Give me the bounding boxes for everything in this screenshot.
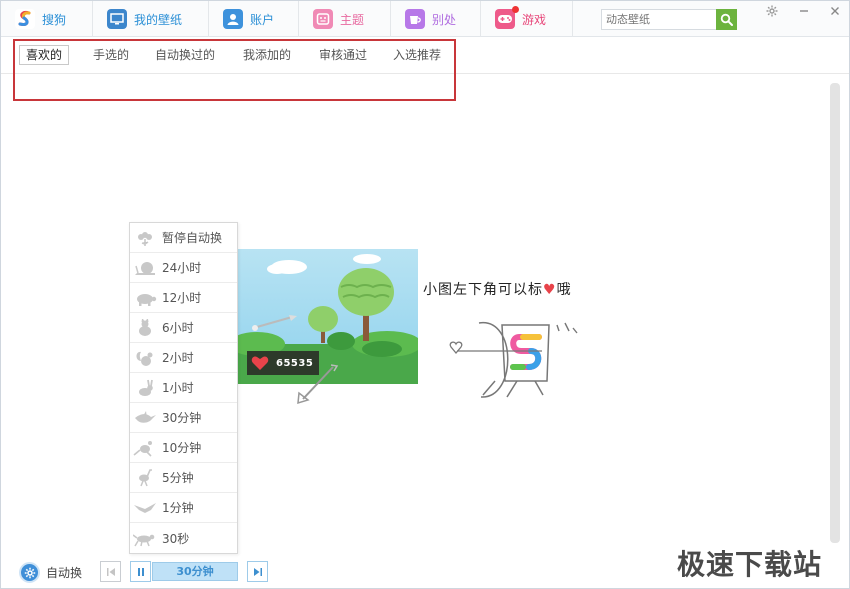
nav-tab-label: 主题: [340, 12, 365, 27]
search-button[interactable]: [716, 9, 737, 30]
menu-item-label: 30分钟: [162, 411, 202, 425]
next-button[interactable]: [247, 561, 268, 582]
menu-item-10min[interactable]: 10分钟: [130, 433, 237, 463]
theme-icon: [313, 9, 333, 29]
menu-item-1min[interactable]: 1分钟: [130, 493, 237, 523]
subtab-recommended[interactable]: 入选推荐: [386, 45, 448, 65]
nav-tab-games[interactable]: 游戏: [481, 1, 573, 37]
cat-icon: [139, 318, 151, 336]
cheetah-icon: [133, 534, 155, 547]
sogou-logo-icon: [15, 9, 35, 29]
search-box: [601, 9, 737, 30]
menu-item-label: 1分钟: [162, 501, 194, 515]
nav-tab-label: 账户: [250, 12, 275, 27]
notification-dot: [512, 6, 519, 13]
scrollbar-thumb[interactable]: [830, 83, 840, 543]
nav-tab-elsewhere[interactable]: 别处: [391, 1, 481, 37]
menu-item-24h[interactable]: 24小时: [130, 253, 237, 283]
arrow-decoration: [297, 364, 339, 405]
auto-change-button[interactable]: 自动换: [19, 562, 82, 583]
subtab-auto-changed[interactable]: 自动换过的: [148, 45, 222, 65]
nav-tab-account[interactable]: 账户: [209, 1, 299, 37]
menu-item-label: 1小时: [162, 381, 194, 395]
close-icon[interactable]: [821, 1, 849, 21]
top-nav-bar: 搜狗 我的壁纸 账户 主题 别处 游戏 动态壁纸: [1, 1, 849, 37]
auto-change-interval-menu: 暂停自动换 24小时 12小时 6小时 2小时 1小时 30分钟 10分钟 5分…: [129, 222, 238, 554]
cupid-mascot-illustration: [449, 322, 578, 398]
subtab-hand-picked[interactable]: 手选的: [86, 45, 136, 65]
kangaroo-icon: [133, 440, 152, 457]
menu-item-2h[interactable]: 2小时: [130, 343, 237, 373]
nav-tab-my-wallpapers[interactable]: 我的壁纸: [93, 1, 209, 37]
hint-text: 小图左下角可以标: [423, 282, 543, 298]
nav-tab-label: 游戏: [522, 12, 547, 27]
rabbit-icon: [139, 379, 153, 396]
interval-selector[interactable]: 30分钟: [152, 562, 238, 581]
settings-gear-icon[interactable]: [758, 1, 786, 21]
menu-item-30min[interactable]: 30分钟: [130, 403, 237, 433]
menu-item-label: 2小时: [162, 351, 194, 365]
menu-item-label: 12小时: [162, 291, 202, 305]
subtab-bar: 喜欢的 手选的 自动换过的 我添加的 审核通过 入选推荐: [13, 39, 456, 101]
bird-icon: [135, 410, 156, 423]
nav-tab-label: 别处: [432, 12, 457, 27]
nav-tab-label: 我的壁纸: [134, 12, 183, 27]
heart-icon: ♥: [543, 282, 557, 298]
menu-item-label: 10分钟: [162, 441, 202, 455]
menu-item-pause[interactable]: 暂停自动换: [130, 223, 237, 253]
menu-item-5min[interactable]: 5分钟: [130, 463, 237, 493]
menu-item-label: 30秒: [162, 531, 190, 546]
snail-icon: [135, 261, 155, 275]
nav-tab-theme[interactable]: 主题: [299, 1, 391, 37]
menu-item-label: 暂停自动换: [162, 231, 223, 245]
skip-previous-icon: [106, 567, 115, 576]
gear-icon: [19, 562, 40, 583]
menu-item-label: 5分钟: [162, 471, 194, 485]
ostrich-icon: [139, 468, 152, 486]
menu-item-6h[interactable]: 6小时: [130, 313, 237, 343]
cup-icon: [405, 9, 425, 29]
menu-item-12h[interactable]: 12小时: [130, 283, 237, 313]
squirrel-icon: [136, 351, 153, 366]
eagle-icon: [134, 502, 156, 513]
pause-button[interactable]: [130, 561, 151, 582]
heart-icon: [251, 356, 269, 370]
subtab-approved[interactable]: 审核通过: [312, 45, 374, 65]
search-icon: [720, 13, 733, 26]
monitor-icon: [107, 9, 127, 29]
menu-item-label: 6小时: [162, 321, 194, 335]
previous-button[interactable]: [100, 561, 121, 582]
auto-change-label: 自动换: [46, 566, 83, 580]
vertical-scrollbar[interactable]: [830, 83, 840, 543]
minimize-icon[interactable]: [790, 1, 818, 21]
menu-item-1h[interactable]: 1小时: [130, 373, 237, 403]
hint-suffix: 哦: [556, 282, 572, 298]
subtab-liked[interactable]: 喜欢的: [19, 45, 70, 65]
nav-tab-label: 搜狗: [42, 12, 67, 27]
subtab-my-added[interactable]: 我添加的: [236, 45, 298, 65]
empty-state-hint: 小图左下角可以标♥哦: [423, 279, 572, 299]
gamepad-icon: [495, 9, 515, 29]
flower-icon: [138, 231, 152, 246]
watermark-logo: 极速下载站: [677, 548, 823, 581]
pause-icon: [137, 567, 144, 576]
search-input[interactable]: [602, 10, 716, 29]
user-icon: [223, 9, 243, 29]
app-window: 搜狗 我的壁纸 账户 主题 别处 游戏 动态壁纸 喜欢的 手选的 自动换过的 我…: [0, 0, 850, 589]
menu-item-30s[interactable]: 30秒: [130, 523, 237, 553]
tortoise-icon: [137, 293, 157, 306]
skip-next-icon: [253, 567, 262, 576]
nav-tab-sogou[interactable]: 搜狗: [1, 1, 93, 37]
menu-item-label: 24小时: [162, 261, 202, 275]
